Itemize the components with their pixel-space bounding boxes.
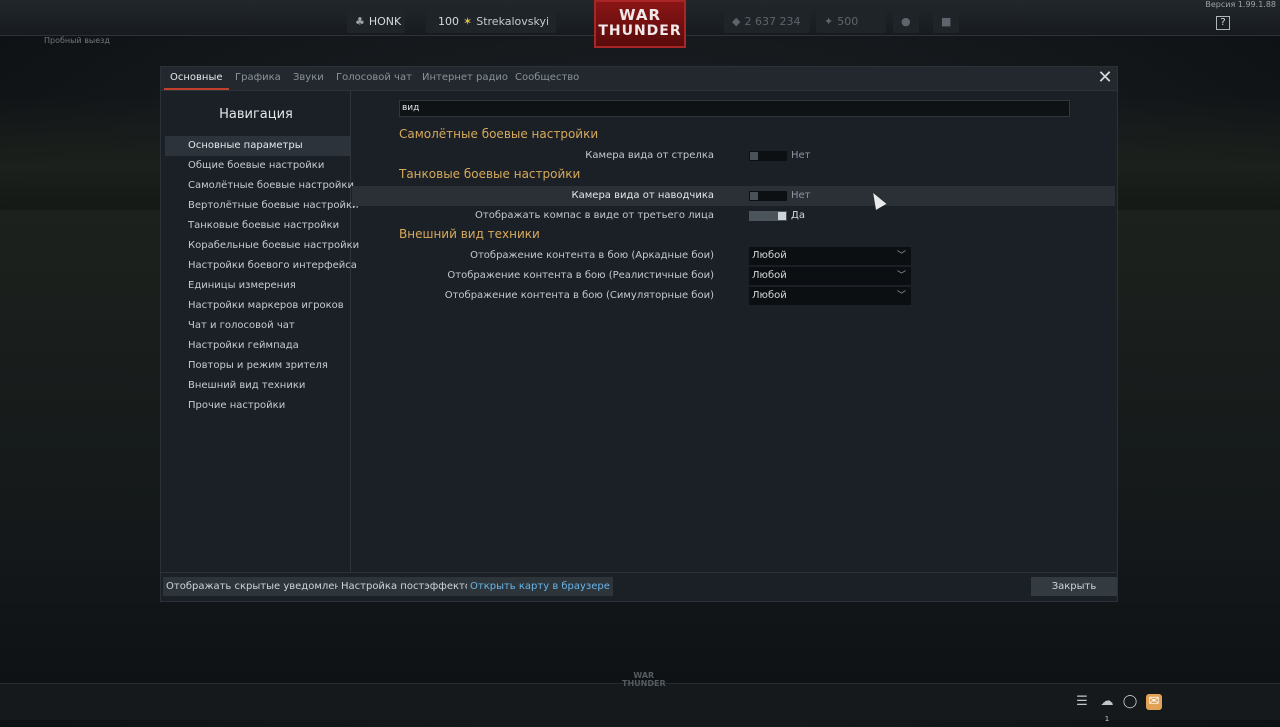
toggle-value: Да <box>791 210 805 221</box>
nav-item-units[interactable]: Единицы измерения <box>165 276 350 296</box>
settings-content: вид Самолётные боевые настройки Камера в… <box>352 91 1117 573</box>
golden-eagles-balance[interactable]: ✦ 500 <box>816 11 886 33</box>
toggle-value: Нет <box>791 150 811 161</box>
show-hidden-notifications-button[interactable]: Отображать скрытые уведомления <box>163 577 357 596</box>
list-icon[interactable]: ☰ <box>1074 694 1090 710</box>
nav-item-general-battle[interactable]: Общие боевые настройки <box>165 156 350 176</box>
nav-item-naval[interactable]: Корабельные боевые настройки <box>165 236 359 256</box>
postfx-settings-button[interactable]: Настройка постэффектов <box>338 577 480 596</box>
section-title-tank: Танковые боевые настройки <box>399 167 581 181</box>
bottom-bar: WAR THUNDER ☰ ☁1 ◯ ✉ <box>0 672 1280 723</box>
nav-item-aircraft[interactable]: Самолётные боевые настройки <box>165 176 354 196</box>
nav-item-gamepad[interactable]: Настройки геймпада <box>165 336 350 356</box>
gunner-sight-camera-toggle[interactable] <box>749 191 787 201</box>
nav-item-player-markers[interactable]: Настройки маркеров игроков <box>165 296 350 316</box>
version-text: Версия 1.99.1.88 <box>1205 0 1276 9</box>
setting-row-content-arcade[interactable]: Отображение контента в бою (Аркадные бои… <box>352 246 1115 266</box>
content-arcade-select[interactable]: Любой ﹀ <box>749 247 911 265</box>
settings-dialog: Основные Графика Звуки Голосовой чат Инт… <box>160 66 1118 602</box>
tab-sound[interactable]: Звуки <box>287 67 330 90</box>
premium-button[interactable]: ● <box>893 11 919 33</box>
dialog-footer: Отображать скрытые уведомления Настройка… <box>161 572 1117 601</box>
nav-item-vehicle-appearance[interactable]: Внешний вид техники <box>165 376 350 396</box>
chevron-down-icon: ﹀ <box>896 271 906 281</box>
tab-bar: Основные Графика Звуки Голосовой чат Инт… <box>161 67 1117 91</box>
player-profile[interactable]: 100 ✶ Strekalovskyi <box>426 11 556 33</box>
setting-label: Камера вида от стрелка <box>585 150 714 161</box>
compass-toggle[interactable] <box>749 211 787 221</box>
tab-internet-radio[interactable]: Интернет радио <box>416 67 514 90</box>
bottom-logo: WAR THUNDER <box>622 671 666 688</box>
section-title-aircraft: Самолётные боевые настройки <box>399 127 599 141</box>
content-realistic-select[interactable]: Любой ﹀ <box>749 267 911 285</box>
nav-item-replays[interactable]: Повторы и режим зрителя <box>165 356 350 376</box>
toggle-value: Нет <box>791 190 811 201</box>
close-icon[interactable]: ✕ <box>1095 67 1115 89</box>
squad-icon: ♣ <box>355 15 365 28</box>
friends-icon[interactable]: ☁1 <box>1099 694 1115 723</box>
nav-item-chat[interactable]: Чат и голосовой чат <box>165 316 350 336</box>
tab-graphics[interactable]: Графика <box>229 67 287 90</box>
nav-item-helicopter[interactable]: Вертолётные боевые настройки <box>165 196 359 216</box>
chat-icon[interactable]: ◯ <box>1122 694 1138 710</box>
setting-row-compass[interactable]: Отображать компас в виде от третьего лиц… <box>352 206 1115 226</box>
gunner-camera-toggle[interactable] <box>749 151 787 161</box>
setting-row-content-realistic[interactable]: Отображение контента в бою (Реалистичные… <box>352 266 1115 286</box>
premium-icon: ● <box>901 15 911 28</box>
navigation-title: Навигация <box>219 107 293 122</box>
silver-lions-balance[interactable]: ◆ 2 637 234 <box>724 11 810 33</box>
navigation-sidebar: Навигация Основные параметры Общие боевы… <box>161 91 359 573</box>
setting-label: Отображение контента в бою (Симуляторные… <box>444 290 714 301</box>
open-map-in-browser-link[interactable]: Открыть карту в браузере <box>467 577 613 596</box>
nav-item-basic[interactable]: Основные параметры <box>165 136 350 156</box>
nav-item-tank[interactable]: Танковые боевые настройки <box>165 216 350 236</box>
squad-slot[interactable]: ♣ HONK <box>347 11 405 33</box>
help-button[interactable]: ? <box>1216 16 1230 30</box>
chevron-down-icon: ﹀ <box>896 291 906 301</box>
setting-row-gunner-camera[interactable]: Камера вида от стрелка Нет <box>352 146 1115 166</box>
golden-eagles-icon: ✦ <box>824 15 834 28</box>
silver-lions-icon: ◆ <box>732 15 741 28</box>
mode-subtitle: Пробный выезд <box>44 36 110 45</box>
rank-icon: ✶ <box>463 15 473 28</box>
setting-label: Отображение контента в бою (Аркадные бои… <box>470 250 714 261</box>
setting-row-gunner-sight-camera[interactable]: Камера вида от наводчика Нет <box>352 186 1115 206</box>
navigation-list: Основные параметры Общие боевые настройк… <box>165 136 359 416</box>
search-input[interactable]: вид <box>399 100 1070 117</box>
tab-voice-chat[interactable]: Голосовой чат <box>330 67 418 90</box>
setting-row-content-simulator[interactable]: Отображение контента в бою (Симуляторные… <box>352 286 1115 306</box>
friends-count: 1 <box>1104 715 1110 723</box>
chevron-down-icon: ﹀ <box>896 251 906 261</box>
mail-icon[interactable]: ✉ <box>1146 694 1162 710</box>
battlepass-button[interactable]: ■ <box>933 11 959 33</box>
content-simulator-select[interactable]: Любой ﹀ <box>749 287 911 305</box>
nav-item-hud[interactable]: Настройки боевого интерфейса <box>165 256 357 276</box>
war-thunder-logo: WAR THUNDER <box>594 0 686 48</box>
section-title-appearance: Внешний вид техники <box>399 227 540 241</box>
player-level: 100 <box>438 15 459 28</box>
tab-main[interactable]: Основные <box>164 67 229 90</box>
nav-item-other[interactable]: Прочие настройки <box>165 396 350 416</box>
setting-label: Отображение контента в бою (Реалистичные… <box>447 270 714 281</box>
battlepass-icon: ■ <box>941 15 952 28</box>
player-username: Strekalovskyi <box>476 15 550 28</box>
setting-label: Отображать компас в виде от третьего лиц… <box>475 210 714 221</box>
squad-tag: HONK <box>368 15 402 28</box>
close-button[interactable]: Закрыть <box>1031 577 1117 596</box>
tab-community[interactable]: Сообщество <box>509 67 585 90</box>
setting-label: Камера вида от наводчика <box>571 190 714 201</box>
top-bar: Версия 1.99.1.88 ? ♣ HONK 100 ✶ Strekalo… <box>0 0 1280 48</box>
